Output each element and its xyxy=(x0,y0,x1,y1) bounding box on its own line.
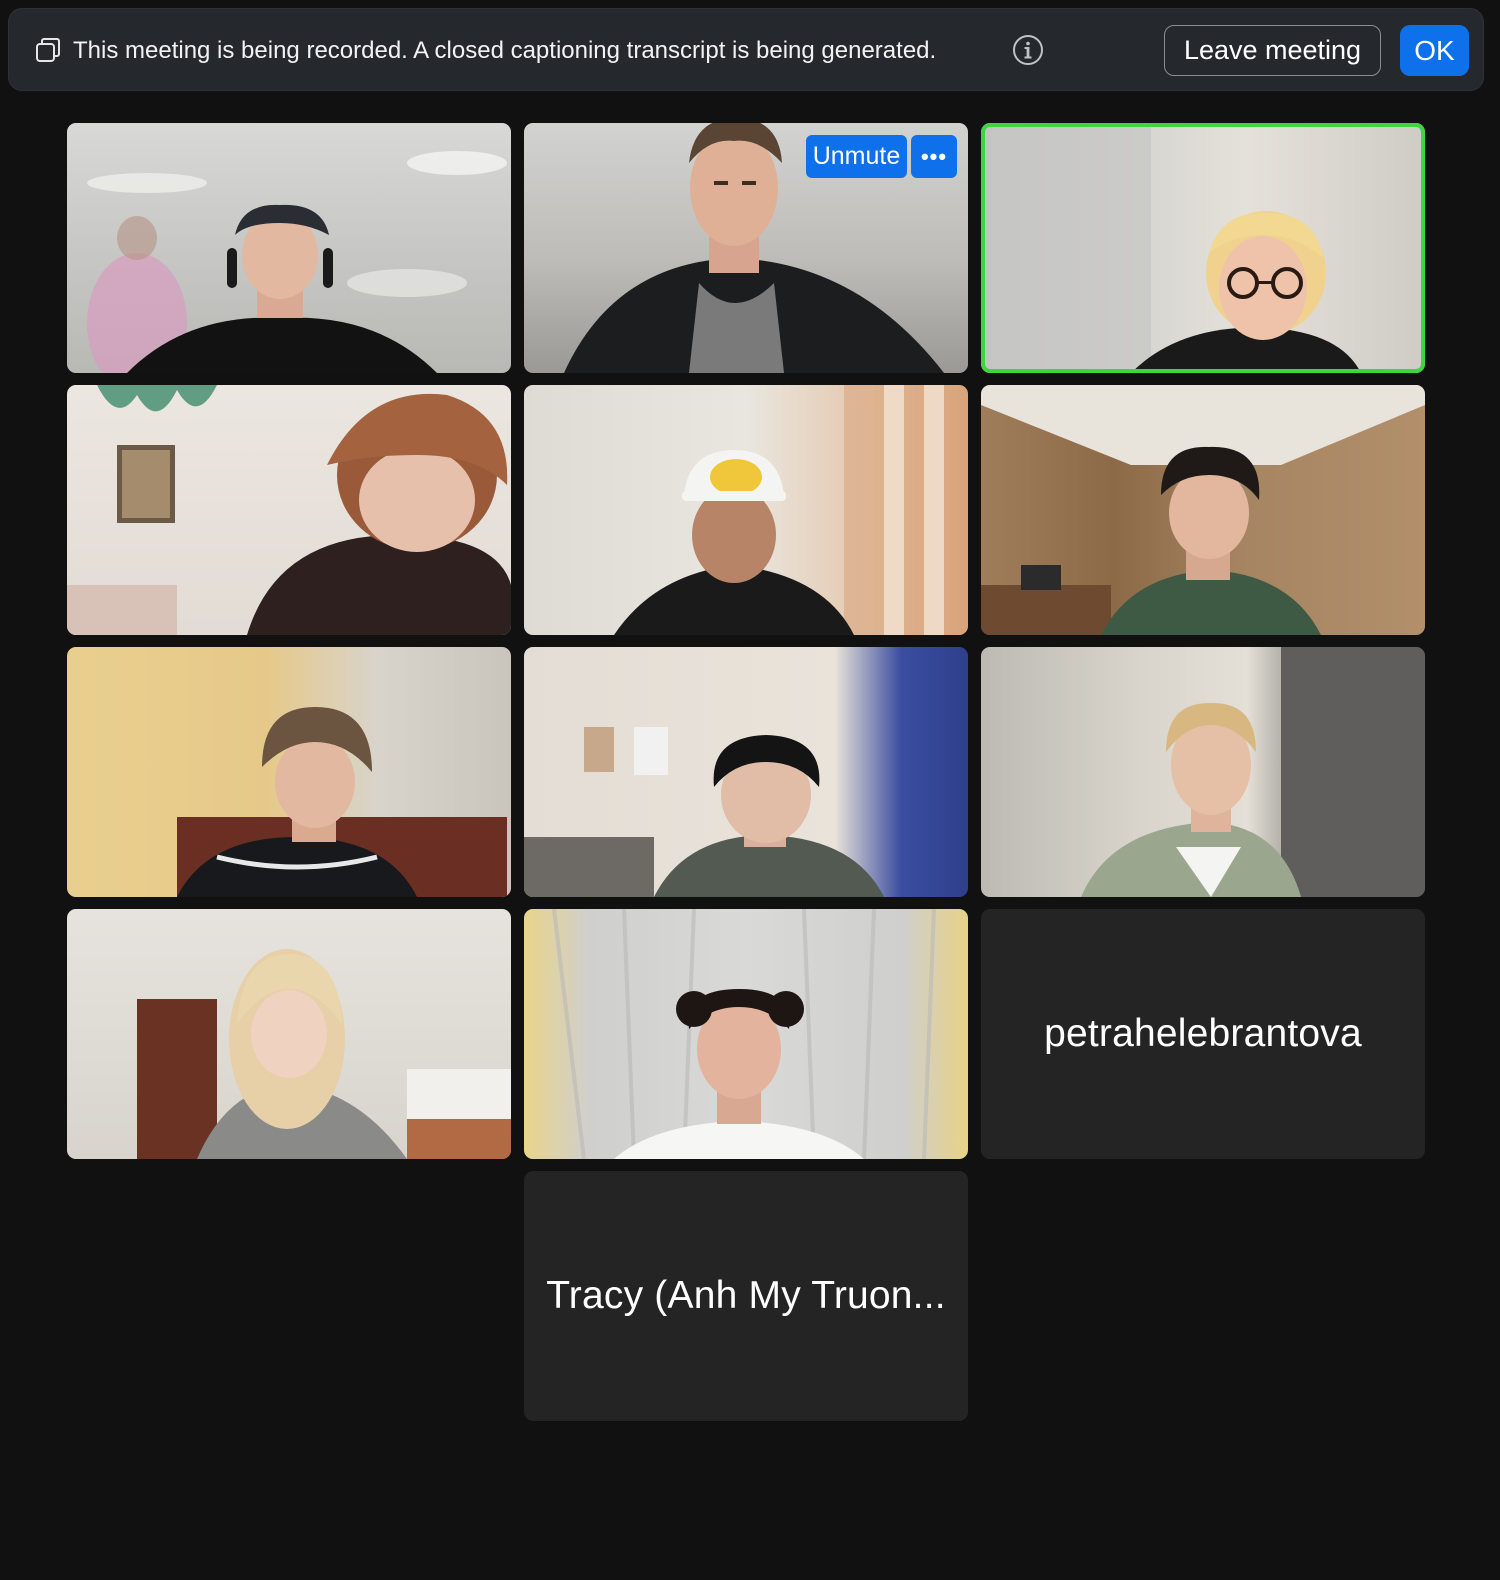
copy-icon[interactable] xyxy=(35,37,61,63)
unmute-button[interactable]: Unmute xyxy=(806,135,907,178)
info-icon[interactable] xyxy=(1012,34,1044,66)
participant-video-feed xyxy=(991,123,1361,373)
participant-video-feed xyxy=(137,949,511,1159)
participant-name-tile[interactable]: petrahelebrantova xyxy=(981,909,1425,1159)
active-speaker-video-tile[interactable] xyxy=(981,123,1425,373)
participant-video-feed xyxy=(614,385,968,635)
participant-video-feed xyxy=(524,727,884,897)
participant-video-feed xyxy=(177,707,507,897)
participant-video-tile[interactable]: Unmute ••• xyxy=(524,123,968,373)
participant-video-tile[interactable] xyxy=(67,123,511,373)
participant-video-feed xyxy=(87,151,507,373)
participant-name-tile[interactable]: Tracy (Anh My Truon... xyxy=(524,1171,968,1421)
recording-notice-bar: This meeting is being recorded. A closed… xyxy=(8,8,1484,91)
participant-name: Tracy (Anh My Truon... xyxy=(546,1274,946,1317)
participant-video-tile[interactable] xyxy=(981,385,1425,635)
more-options-button[interactable]: ••• xyxy=(911,135,957,178)
participant-video-tile[interactable] xyxy=(524,909,968,1159)
participant-video-tile[interactable] xyxy=(67,385,511,635)
participant-video-feed xyxy=(552,909,936,1159)
participant-video-feed xyxy=(67,385,511,635)
participant-video-tile[interactable] xyxy=(524,385,968,635)
participant-video-tile[interactable] xyxy=(524,647,968,897)
ok-button[interactable]: OK xyxy=(1400,25,1469,76)
participant-name: petrahelebrantova xyxy=(1044,1012,1362,1055)
recording-notice-text: This meeting is being recorded. A closed… xyxy=(73,37,937,64)
leave-meeting-button[interactable]: Leave meeting xyxy=(1164,25,1381,76)
participant-video-tile[interactable] xyxy=(67,909,511,1159)
participant-video-feed xyxy=(1081,647,1425,897)
participant-video-tile[interactable] xyxy=(67,647,511,897)
participant-video-tile[interactable] xyxy=(981,647,1425,897)
participant-video-feed xyxy=(981,385,1425,635)
